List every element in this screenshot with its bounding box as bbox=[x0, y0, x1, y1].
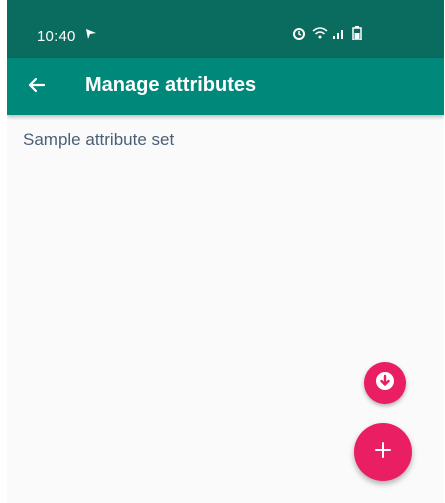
battery-icon bbox=[352, 26, 366, 40]
alarm-icon bbox=[292, 26, 306, 40]
status-icons bbox=[292, 26, 366, 40]
status-time: 10:40 bbox=[37, 28, 76, 45]
signal-icon bbox=[332, 26, 346, 40]
wifi-icon bbox=[312, 26, 328, 40]
app-bar: Manage attributes bbox=[7, 58, 444, 115]
flag-icon bbox=[85, 27, 97, 43]
add-button[interactable] bbox=[354, 423, 412, 481]
list-item[interactable]: Sample attribute set bbox=[23, 130, 174, 150]
download-icon bbox=[375, 371, 395, 396]
back-button[interactable] bbox=[23, 73, 51, 101]
page-title: Manage attributes bbox=[85, 74, 257, 96]
arrow-left-icon bbox=[27, 75, 47, 100]
plus-icon bbox=[375, 441, 391, 463]
app-screen: 10:40 Manage attributes Sample attribute… bbox=[7, 0, 444, 503]
status-bar: 10:40 bbox=[7, 0, 444, 66]
download-button[interactable] bbox=[364, 362, 406, 404]
